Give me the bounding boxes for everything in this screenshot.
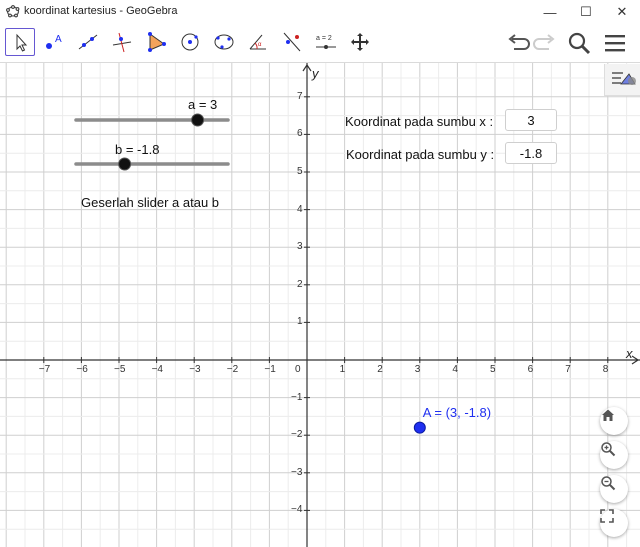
line-tool-button[interactable] bbox=[73, 28, 103, 56]
fullscreen-button[interactable] bbox=[600, 509, 628, 537]
main-menu-button[interactable] bbox=[602, 30, 628, 56]
standard-view-button[interactable] bbox=[600, 407, 628, 435]
y-tick-label: 4 bbox=[297, 203, 303, 215]
move-tool-button[interactable] bbox=[5, 28, 35, 56]
x-axis-label: x bbox=[626, 346, 633, 361]
y-axis-label: y bbox=[312, 66, 319, 81]
window-title: koordinat kartesius - GeoGebra bbox=[24, 5, 178, 17]
point-a-label: A = (3, -1.8) bbox=[422, 404, 492, 420]
reflect-icon bbox=[283, 32, 301, 52]
x-tick-label: 8 bbox=[602, 364, 609, 375]
arrow-cursor-icon bbox=[16, 33, 28, 52]
x-tick-label: 0 bbox=[295, 364, 301, 375]
coordinate-grid bbox=[0, 63, 640, 547]
slider-tool-button[interactable]: a = 2 bbox=[311, 28, 341, 56]
x-tick-label: −2 bbox=[226, 364, 239, 375]
x-tick-label: 5 bbox=[490, 364, 496, 375]
y-tick-label: −2 bbox=[291, 429, 303, 441]
style-bar-icon bbox=[612, 72, 636, 85]
undo-icon bbox=[508, 34, 530, 50]
angle-icon: α bbox=[249, 34, 266, 50]
y-tick-label: 2 bbox=[297, 278, 303, 290]
x-coordinate-input[interactable]: 3 bbox=[505, 109, 557, 131]
x-tick-label: −5 bbox=[114, 364, 126, 375]
slider-b-label: b = -1.8 bbox=[115, 142, 160, 157]
slider-b[interactable] bbox=[76, 156, 228, 172]
y-coordinate-label: Koordinat pada sumbu y : bbox=[346, 147, 495, 162]
point-tool-button[interactable]: A bbox=[39, 28, 69, 56]
maximize-button[interactable]: ☐ bbox=[568, 0, 604, 24]
zoom-in-icon bbox=[601, 442, 616, 457]
polygon-tool-button[interactable] bbox=[141, 28, 171, 56]
x-tick-label: −3 bbox=[189, 364, 201, 375]
x-tick-label: 1 bbox=[339, 364, 346, 375]
geogebra-logo-icon bbox=[6, 4, 20, 23]
conic-icon bbox=[214, 34, 234, 50]
graphics-view[interactable]: −7 −6 −5 −4 −3 −2 −1 0 1 2 3 4 5 6 7 8 7 6 5 4 3 2 1 −1 −2 −3 −4 x… bbox=[0, 63, 640, 547]
home-icon bbox=[602, 409, 614, 421]
zoom-out-button[interactable] bbox=[600, 475, 628, 503]
y-tick-label: 5 bbox=[297, 166, 303, 177]
y-tick-label: 3 bbox=[297, 241, 303, 253]
undo-button[interactable] bbox=[504, 30, 530, 56]
conic-tool-button[interactable] bbox=[209, 28, 239, 56]
reflect-tool-button[interactable] bbox=[277, 28, 307, 56]
line-icon bbox=[78, 34, 98, 50]
slider-a-label: a = 3 bbox=[188, 97, 218, 112]
y-tick-label: −3 bbox=[291, 466, 303, 478]
zoom-out-icon bbox=[601, 476, 616, 491]
svg-text:α: α bbox=[258, 42, 262, 48]
x-tick-label: 6 bbox=[527, 364, 534, 375]
circle-icon bbox=[181, 33, 199, 51]
point-icon: A bbox=[46, 34, 62, 49]
y-tick-label: 6 bbox=[297, 128, 303, 140]
perpendicular-line-tool-button[interactable] bbox=[107, 28, 137, 56]
x-tick-label: 4 bbox=[452, 364, 458, 375]
toolbar: A α a = 2 bbox=[0, 24, 640, 63]
menu-icon bbox=[605, 35, 625, 52]
x-tick-label: −7 bbox=[38, 364, 51, 375]
move-arrows-icon bbox=[351, 33, 369, 51]
svg-text:A: A bbox=[55, 34, 62, 45]
polygon-icon bbox=[148, 32, 166, 52]
y-tick-label: −1 bbox=[291, 391, 303, 403]
zoom-in-button[interactable] bbox=[600, 441, 628, 469]
slider-icon: a = 2 bbox=[316, 35, 336, 49]
style-bar-toggle-button[interactable] bbox=[604, 64, 640, 96]
x-tick-label: −1 bbox=[264, 364, 276, 375]
y-tick-label: −4 bbox=[291, 504, 303, 516]
point-a bbox=[413, 421, 426, 434]
x-tick-label: 2 bbox=[377, 364, 383, 375]
slider-a[interactable] bbox=[76, 112, 228, 128]
fullscreen-icon bbox=[600, 509, 614, 523]
title-bar: koordinat kartesius - GeoGebra — ☐ ✕ bbox=[0, 0, 640, 25]
circle-tool-button[interactable] bbox=[175, 28, 205, 56]
search-button[interactable] bbox=[566, 30, 592, 56]
x-coordinate-label: Koordinat pada sumbu x : bbox=[345, 114, 494, 129]
search-icon bbox=[568, 32, 591, 55]
y-tick-label: 1 bbox=[297, 316, 303, 328]
instruction-text: Geserlah slider a atau b bbox=[81, 195, 220, 210]
x-tick-label: −6 bbox=[76, 364, 88, 375]
y-tick-label: 7 bbox=[297, 90, 303, 102]
redo-button[interactable] bbox=[533, 30, 559, 56]
move-graphics-view-tool-button[interactable] bbox=[345, 28, 375, 56]
redo-icon bbox=[533, 34, 555, 50]
perpendicular-line-icon bbox=[112, 32, 132, 53]
x-tick-label: −4 bbox=[151, 364, 163, 375]
y-coordinate-input[interactable]: -1.8 bbox=[505, 142, 557, 164]
angle-tool-button[interactable]: α bbox=[243, 28, 273, 56]
x-tick-label: 3 bbox=[414, 364, 421, 375]
x-tick-label: 7 bbox=[565, 364, 571, 375]
minimize-button[interactable]: — bbox=[532, 0, 568, 24]
close-button[interactable]: ✕ bbox=[604, 0, 640, 24]
svg-text:a = 2: a = 2 bbox=[316, 35, 332, 42]
